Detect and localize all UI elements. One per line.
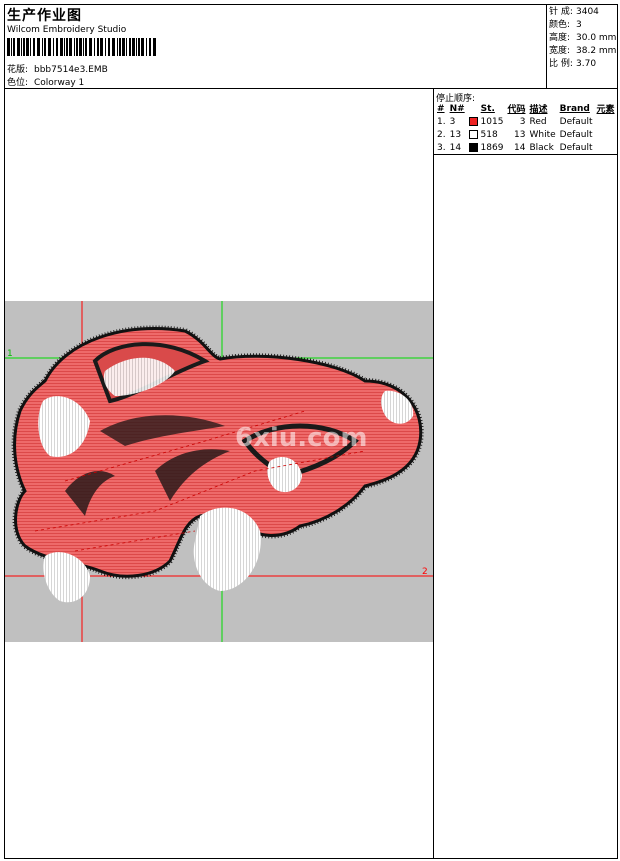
stitch-count: 1869 <box>480 142 504 153</box>
col-index: # <box>437 103 445 114</box>
stat-stitches: 针 成: 3404 <box>549 6 616 19</box>
stat-value: 38.2 mm <box>576 46 617 56</box>
stat-value: 3404 <box>576 7 599 17</box>
col-element: 元素 <box>596 105 615 115</box>
stat-label: 比 例: <box>549 59 573 69</box>
color-swatch <box>468 142 478 152</box>
stat-label: 高度: <box>549 33 571 43</box>
stat-height: 高度: 30.0 mm <box>549 32 616 45</box>
stitch-count: 1015 <box>480 116 504 127</box>
row-brand: Default <box>559 129 593 140</box>
row-stitches: 1869 <box>467 141 506 154</box>
colorway-line: 色位: Colorway 1 <box>7 75 84 88</box>
row-element <box>595 128 617 141</box>
row-description: Red <box>529 116 547 127</box>
row-code: 3 <box>519 116 526 127</box>
design-file-line: 花版: bbb7514e3.EMB <box>7 62 108 75</box>
row-brand: Default <box>559 142 593 153</box>
stat-label: 颜色: <box>549 20 571 30</box>
design-file-label: 花版: <box>7 65 29 75</box>
row-description: Black <box>529 142 554 153</box>
row-element <box>595 115 617 128</box>
table-header-row: # N# St. 代码 描述 Brand 元素 <box>435 102 617 116</box>
col-stitches: St. <box>480 103 495 114</box>
stitch-count: 518 <box>480 129 498 140</box>
col-brand: Brand <box>559 103 590 114</box>
stat-width: 宽度: 38.2 mm <box>549 45 616 58</box>
stat-value: 3.70 <box>576 59 597 69</box>
stats-divider <box>546 4 547 88</box>
row-needle: 3 <box>449 116 456 127</box>
stat-value: 3 <box>576 20 582 30</box>
row-code: 14 <box>514 142 526 153</box>
page-title: 生产作业图 <box>7 8 82 24</box>
design-stats: 针 成: 3404 颜色: 3 高度: 30.0 mm 宽度: 38.2 mm 比 例:… <box>549 6 616 71</box>
sidebar-divider <box>433 88 434 859</box>
row-code: 13 <box>514 129 526 140</box>
stat-value: 30.0 mm <box>576 33 617 43</box>
barcode <box>7 38 156 56</box>
watermark-text: 6xiu.com <box>235 423 368 453</box>
col-code: 代码 <box>507 105 526 115</box>
stat-label: 宽度: <box>549 46 571 56</box>
embroidery-preview: 6xiu.com 1 2 <box>5 301 433 642</box>
guide-marker-2: 2 <box>422 567 428 577</box>
color-swatch <box>468 129 478 139</box>
row-index: 3. <box>437 142 446 153</box>
row-index: 2. <box>437 129 446 140</box>
row-needle: 14 <box>449 142 462 153</box>
row-element <box>595 141 617 154</box>
table-divider <box>433 154 618 155</box>
table-row: 2. 13 518 13 White Default <box>435 128 617 141</box>
col-needle: N# <box>449 103 465 114</box>
row-description: White <box>529 129 556 140</box>
color-swatch <box>468 116 478 126</box>
design-file-value: bbb7514e3.EMB <box>34 65 108 75</box>
header-divider <box>4 88 618 89</box>
colorway-value: Colorway 1 <box>34 78 85 88</box>
row-index: 1. <box>437 116 446 127</box>
table-row: 3. 14 1869 14 Black Default <box>435 141 617 154</box>
stat-scale: 比 例: 3.70 <box>549 58 616 71</box>
row-brand: Default <box>559 116 593 127</box>
row-stitches: 518 <box>467 128 506 141</box>
color-sequence-table: # N# St. 代码 描述 Brand 元素 1. 3 1015 3 Red … <box>435 102 617 154</box>
table-row: 1. 3 1015 3 Red Default <box>435 115 617 128</box>
stat-label: 针 成: <box>549 7 573 17</box>
row-needle: 13 <box>449 129 462 140</box>
software-name: Wilcom Embroidery Studio <box>7 25 127 35</box>
col-description: 描述 <box>529 105 548 115</box>
row-stitches: 1015 <box>467 115 506 128</box>
colorway-label: 色位: <box>7 78 29 88</box>
stat-colors: 颜色: 3 <box>549 19 616 32</box>
guide-marker-1: 1 <box>7 349 13 359</box>
